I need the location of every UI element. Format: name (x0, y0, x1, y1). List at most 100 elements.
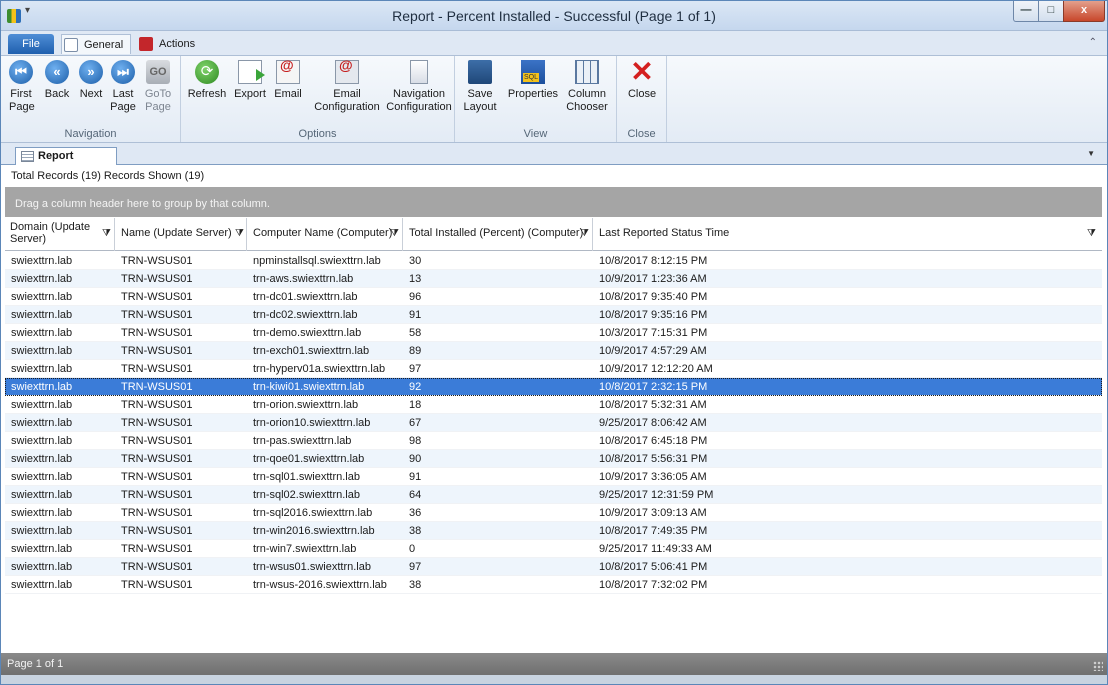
table-cell: swiexttrn.lab (11, 543, 73, 555)
ribbon-tab-bar: File General Actions ⌃ (1, 31, 1107, 56)
filter-icon[interactable]: ⧩ (580, 228, 589, 240)
window-title: Report - Percent Installed - Successful … (392, 8, 716, 24)
first-page-label: First Page (9, 88, 35, 113)
next-icon: » (79, 60, 103, 84)
table-row[interactable]: swiexttrn.lab TRN-WSUS01 trn-win7.swiexttr… (5, 540, 1102, 558)
properties-button[interactable]: Properties (507, 60, 559, 101)
column-chooser-button[interactable]: Column Chooser (565, 60, 609, 114)
table-cell: 10/9/2017 12:12:20 AM (599, 363, 713, 375)
filter-icon[interactable]: ⧩ (1087, 228, 1096, 240)
table-cell: 97 (409, 363, 422, 375)
table-cell: trn-sql01.swiexttrn.lab (253, 471, 360, 483)
document-icon (64, 38, 78, 52)
table-cell: 64 (409, 489, 422, 501)
table-cell: 67 (409, 417, 422, 429)
actions-icon (139, 37, 153, 51)
table-cell: 96 (409, 291, 422, 303)
table-row[interactable]: swiexttrn.lab TRN-WSUS01 trn-dc01.swiexttr… (5, 288, 1102, 306)
options-group-label: Options (298, 128, 337, 140)
title-bar[interactable]: ▾ Report - Percent Installed - Successfu… (1, 1, 1107, 31)
column-header-total-installed[interactable]: Total Installed (Percent) (Computer) ⧩ (403, 218, 593, 251)
table-row[interactable]: swiexttrn.lab TRN-WSUS01 trn-wsus01.swiext… (5, 558, 1102, 576)
collapse-ribbon-icon[interactable]: ⌃ (1089, 37, 1097, 48)
last-page-button[interactable]: ⏭ Last Page (109, 60, 137, 114)
tab-actions[interactable]: Actions (137, 34, 207, 54)
resize-grip-icon[interactable] (1093, 661, 1103, 671)
next-button[interactable]: » Next (77, 60, 105, 101)
table-cell: TRN-WSUS01 (121, 579, 193, 591)
table-row[interactable]: swiexttrn.lab TRN-WSUS01 trn-orion10.swiex… (5, 414, 1102, 432)
table-row[interactable]: swiexttrn.lab TRN-WSUS01 trn-sql01.swiextt… (5, 468, 1102, 486)
table-cell: trn-qoe01.swiexttrn.lab (253, 453, 365, 465)
table-cell: trn-win2016.swiexttrn.lab (253, 525, 375, 537)
table-row[interactable]: swiexttrn.lab TRN-WSUS01 npminstallsql.swi… (5, 252, 1102, 270)
minimize-button[interactable]: — (1013, 1, 1039, 22)
table-cell: 89 (409, 345, 422, 357)
refresh-button[interactable]: ⟳ Refresh (187, 60, 227, 101)
table-cell: 10/8/2017 5:32:31 AM (599, 399, 707, 411)
navigation-configuration-button[interactable]: Navigation Configuration (385, 60, 453, 114)
group-by-panel[interactable]: Drag a column header here to group by th… (5, 187, 1102, 217)
email-button[interactable]: Email (273, 59, 303, 101)
column-header-computer-name[interactable]: Computer Name (Computer) ⧩ (247, 218, 403, 251)
table-cell: 10/8/2017 5:06:41 PM (599, 561, 708, 573)
table-cell: 10/8/2017 5:56:31 PM (599, 453, 708, 465)
table-cell: TRN-WSUS01 (121, 471, 193, 483)
table-cell: trn-dc01.swiexttrn.lab (253, 291, 358, 303)
close-report-label: Close (627, 88, 657, 100)
tab-general[interactable]: General (61, 34, 131, 54)
filter-icon[interactable]: ⧩ (102, 228, 111, 240)
tab-list-dropdown-icon[interactable]: ▼ (1087, 149, 1095, 158)
table-row[interactable]: swiexttrn.lab TRN-WSUS01 trn-sql2016.swiex… (5, 504, 1102, 522)
column-header-last-reported[interactable]: Last Reported Status Time ⧩ (593, 218, 1102, 251)
table-cell: 10/8/2017 6:45:18 PM (599, 435, 708, 447)
column-header-label: Last Reported Status Time (599, 227, 730, 239)
table-row[interactable]: swiexttrn.lab TRN-WSUS01 trn-dc02.swiexttr… (5, 306, 1102, 324)
table-cell: swiexttrn.lab (11, 255, 73, 267)
table-row[interactable]: swiexttrn.lab TRN-WSUS01 trn-pas.swiexttrn… (5, 432, 1102, 450)
table-row[interactable]: swiexttrn.lab TRN-WSUS01 trn-hyperv01a.swi… (5, 360, 1102, 378)
table-row[interactable]: swiexttrn.lab TRN-WSUS01 trn-win2016.swiex… (5, 522, 1102, 540)
table-cell: TRN-WSUS01 (121, 363, 193, 375)
table-cell: trn-aws.swiexttrn.lab (253, 273, 354, 285)
table-cell: TRN-WSUS01 (121, 381, 193, 393)
options-group: ⟳ Refresh Export Email Email Configurati… (181, 56, 455, 142)
tab-report-results[interactable]: Report Results (15, 147, 117, 179)
table-row[interactable]: swiexttrn.lab TRN-WSUS01 trn-orion.swiextt… (5, 396, 1102, 414)
table-cell: TRN-WSUS01 (121, 255, 193, 267)
save-layout-button[interactable]: Save Layout (463, 60, 497, 114)
table-row[interactable]: swiexttrn.lab TRN-WSUS01 trn-aws.swiexttrn… (5, 270, 1102, 288)
table-cell: swiexttrn.lab (11, 273, 73, 285)
filter-icon[interactable]: ⧩ (390, 228, 399, 240)
close-report-button[interactable]: ✕ Close (625, 58, 659, 101)
table-row[interactable]: swiexttrn.lab TRN-WSUS01 trn-qoe01.swiextt… (5, 450, 1102, 468)
table-row[interactable]: swiexttrn.lab TRN-WSUS01 trn-demo.swiexttr… (5, 324, 1102, 342)
export-button[interactable]: Export (233, 60, 267, 101)
close-window-button[interactable]: x (1063, 1, 1105, 22)
table-cell: TRN-WSUS01 (121, 543, 193, 555)
table-cell: swiexttrn.lab (11, 561, 73, 573)
tab-file[interactable]: File (8, 34, 54, 54)
table-cell: swiexttrn.lab (11, 525, 73, 537)
column-header-name[interactable]: Name (Update Server) ⧩ (115, 218, 247, 251)
column-header-domain[interactable]: Domain (Update Server) ⧩ (5, 218, 115, 251)
email-configuration-icon (335, 59, 359, 84)
goto-page-button[interactable]: GO GoTo Page (143, 60, 173, 114)
table-row[interactable]: swiexttrn.lab TRN-WSUS01 trn-exch01.swiext… (5, 342, 1102, 360)
table-row[interactable]: swiexttrn.lab TRN-WSUS01 trn-sql02.swiextt… (5, 486, 1102, 504)
table-row[interactable]: swiexttrn.lab TRN-WSUS01 trn-kiwi01.swiext… (5, 378, 1102, 396)
save-layout-label: Save Layout (463, 88, 497, 113)
maximize-button[interactable]: □ (1038, 1, 1064, 22)
table-cell: TRN-WSUS01 (121, 291, 193, 303)
column-header-label: Domain (Update Server) (10, 221, 91, 245)
first-page-button[interactable]: ⏮ First Page (9, 60, 35, 114)
document-tab-strip: Report Results ▼ (1, 143, 1107, 179)
table-row[interactable]: swiexttrn.lab TRN-WSUS01 trn-wsus-2016.swi… (5, 576, 1102, 594)
export-icon (238, 60, 265, 84)
back-button[interactable]: « Back (43, 60, 71, 101)
table-cell: trn-pas.swiexttrn.lab (253, 435, 352, 447)
table-cell: 18 (409, 399, 422, 411)
table-cell: swiexttrn.lab (11, 381, 73, 393)
email-configuration-button[interactable]: Email Configuration (311, 59, 383, 114)
filter-icon[interactable]: ⧩ (235, 228, 244, 240)
